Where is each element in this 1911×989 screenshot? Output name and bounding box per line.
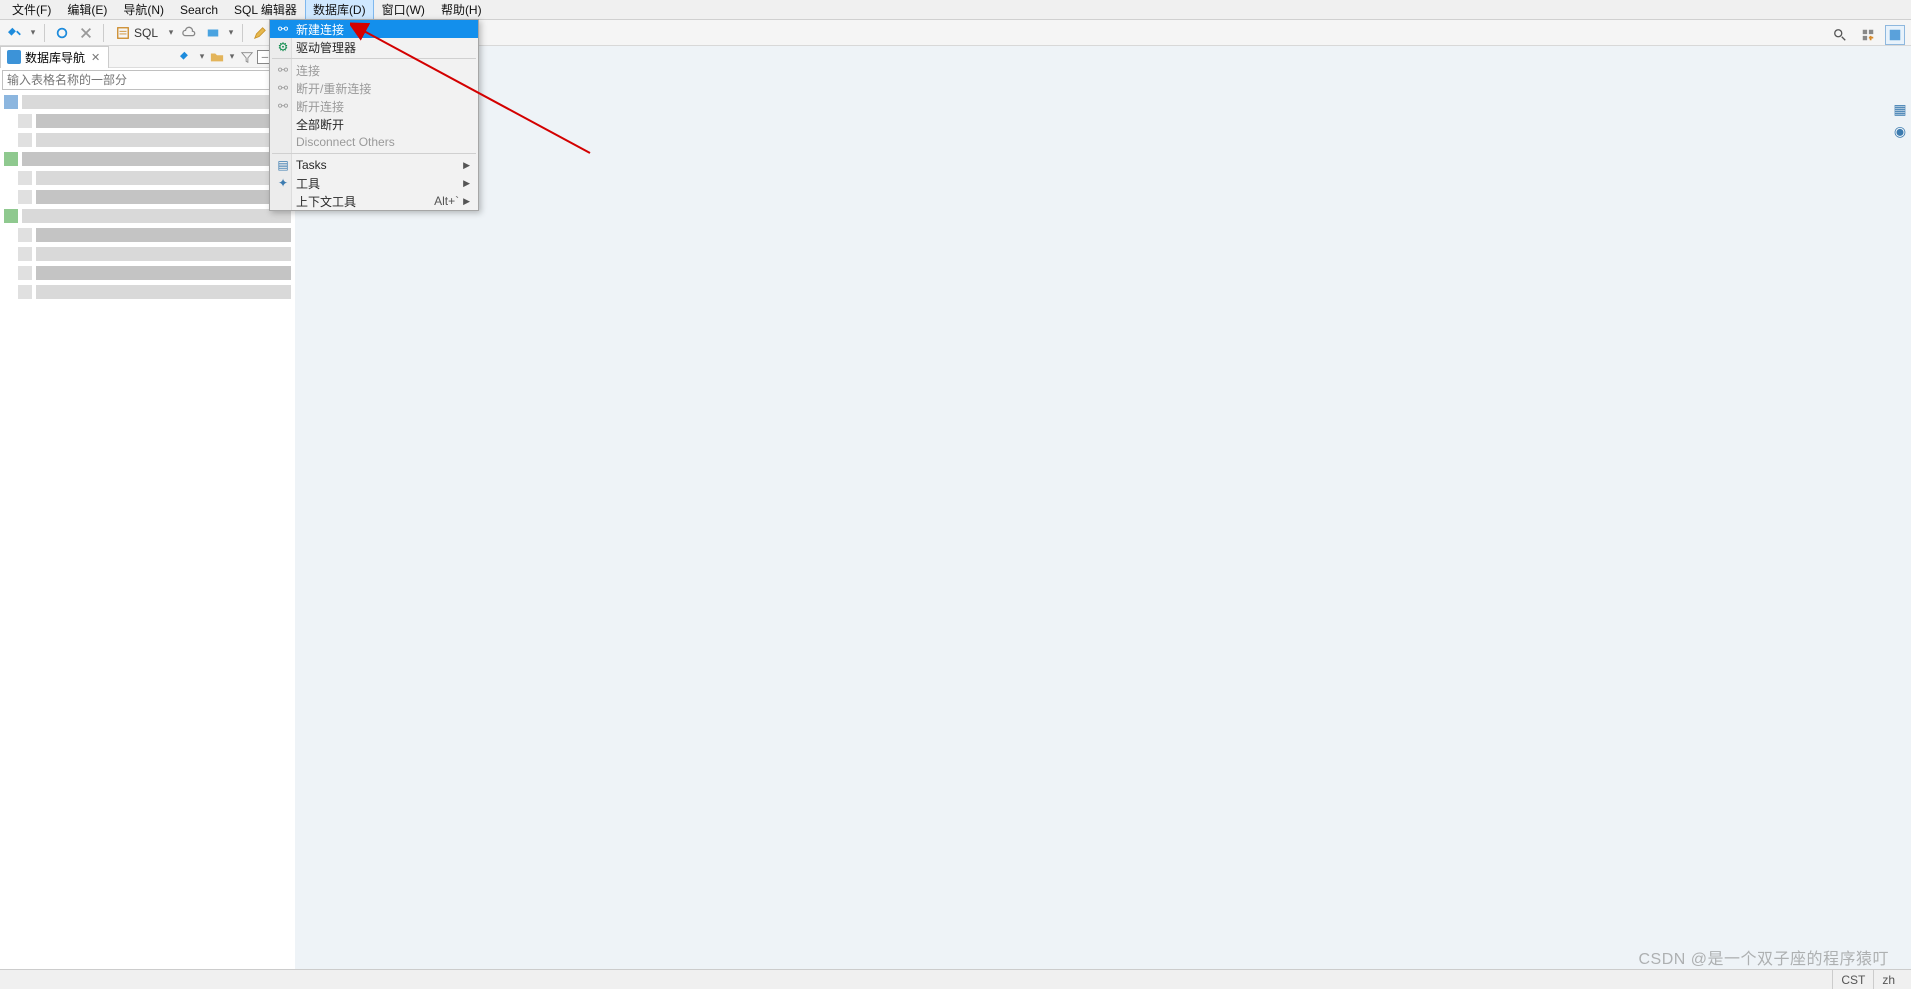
toolbar-separator [44, 24, 45, 42]
filter-icon[interactable] [239, 49, 255, 65]
navigator-search-input[interactable] [2, 70, 297, 90]
menu-connect[interactable]: ⚯ 连接 [270, 61, 478, 79]
toolbar-dropdown-icon[interactable]: ▾ [197, 51, 207, 62]
tools-icon: ✦ [275, 176, 291, 190]
calendar-icon[interactable]: ▦ [1891, 100, 1909, 118]
plug-icon: ⚯ [275, 63, 291, 77]
disconnect-icon[interactable] [75, 22, 97, 44]
cloud-icon[interactable] [178, 22, 200, 44]
menu-tools[interactable]: ✦ 工具 ▶ [270, 174, 478, 192]
edit-icon[interactable] [249, 22, 271, 44]
sidebar: 数据库导航 ✕ ▾ ▾ ─ □ [0, 46, 298, 969]
menu-window[interactable]: 窗口(W) [374, 0, 433, 20]
app-icon[interactable] [202, 22, 224, 44]
menu-bar: 文件(F) 编辑(E) 导航(N) Search SQL 编辑器 数据库(D) … [0, 0, 1911, 20]
menu-search[interactable]: Search [172, 1, 226, 19]
toolbar-dropdown-icon[interactable]: ▾ [227, 51, 237, 62]
perspective-button[interactable] [1885, 25, 1905, 45]
db-navigator-label: 数据库导航 [25, 49, 85, 66]
close-icon[interactable]: ✕ [89, 51, 102, 64]
menu-separator [272, 58, 476, 59]
shortcut-label: Alt+` [434, 194, 459, 208]
plug-icon: ⚯ [275, 22, 291, 36]
menu-sql-editor[interactable]: SQL 编辑器 [226, 0, 305, 20]
new-connection-icon[interactable] [4, 22, 26, 44]
search-icon[interactable] [1829, 24, 1851, 46]
menu-help[interactable]: 帮助(H) [433, 0, 490, 20]
menu-new-connection[interactable]: ⚯ 新建连接 [270, 20, 478, 38]
sql-editor-button[interactable]: SQL [110, 22, 164, 44]
connect-icon[interactable] [51, 22, 73, 44]
chevron-right-icon: ▶ [463, 160, 470, 171]
database-dropdown: ⚯ 新建连接 ⚙ 驱动管理器 ⚯ 连接 ⚯ 断开/重新连接 ⚯ 断开连接 全部断… [269, 19, 479, 211]
status-bar: CST zh [0, 969, 1911, 989]
editor-area: ▦ ◉ [298, 46, 1911, 969]
globe-icon[interactable]: ◉ [1891, 122, 1909, 140]
menu-disconnect[interactable]: ⚯ 断开连接 [270, 97, 478, 115]
menu-context-tools[interactable]: 上下文工具 Alt+` ▶ [270, 192, 478, 210]
menu-disconnect-all[interactable]: 全部断开 [270, 115, 478, 133]
menu-tasks[interactable]: ▤ Tasks ▶ [270, 156, 478, 174]
menu-reconnect[interactable]: ⚯ 断开/重新连接 [270, 79, 478, 97]
plug-icon: ⚯ [275, 81, 291, 95]
db-navigator-icon [7, 50, 21, 64]
status-language: zh [1873, 970, 1903, 989]
plug-icon[interactable] [179, 49, 195, 65]
toolbar-separator [242, 24, 243, 42]
toolbar-dropdown-icon[interactable]: ▾ [166, 27, 176, 38]
folder-icon[interactable] [209, 49, 225, 65]
toolbar-dropdown-icon[interactable]: ▾ [226, 27, 236, 38]
toolbar-separator [103, 24, 104, 42]
menu-disconnect-others[interactable]: Disconnect Others [270, 133, 478, 151]
db-navigator-tab[interactable]: 数据库导航 ✕ [0, 46, 109, 68]
menu-driver-manager[interactable]: ⚙ 驱动管理器 [270, 38, 478, 56]
sql-label: SQL [134, 26, 158, 40]
navigator-tree[interactable] [0, 92, 295, 969]
menu-database[interactable]: 数据库(D) [305, 0, 374, 20]
perspective-open-icon[interactable] [1857, 24, 1879, 46]
chevron-right-icon: ▶ [463, 196, 470, 207]
driver-icon: ⚙ [275, 40, 291, 54]
toolbar-dropdown-icon[interactable]: ▾ [28, 27, 38, 38]
menu-file[interactable]: 文件(F) [4, 0, 59, 20]
menu-navigate[interactable]: 导航(N) [115, 0, 172, 20]
status-timezone: CST [1832, 970, 1873, 989]
plug-icon: ⚯ [275, 99, 291, 113]
sidebar-tabbar: 数据库导航 ✕ ▾ ▾ ─ □ [0, 46, 295, 68]
menu-separator [272, 153, 476, 154]
tasks-icon: ▤ [275, 158, 291, 172]
menu-edit[interactable]: 编辑(E) [59, 0, 115, 20]
chevron-right-icon: ▶ [463, 178, 470, 189]
